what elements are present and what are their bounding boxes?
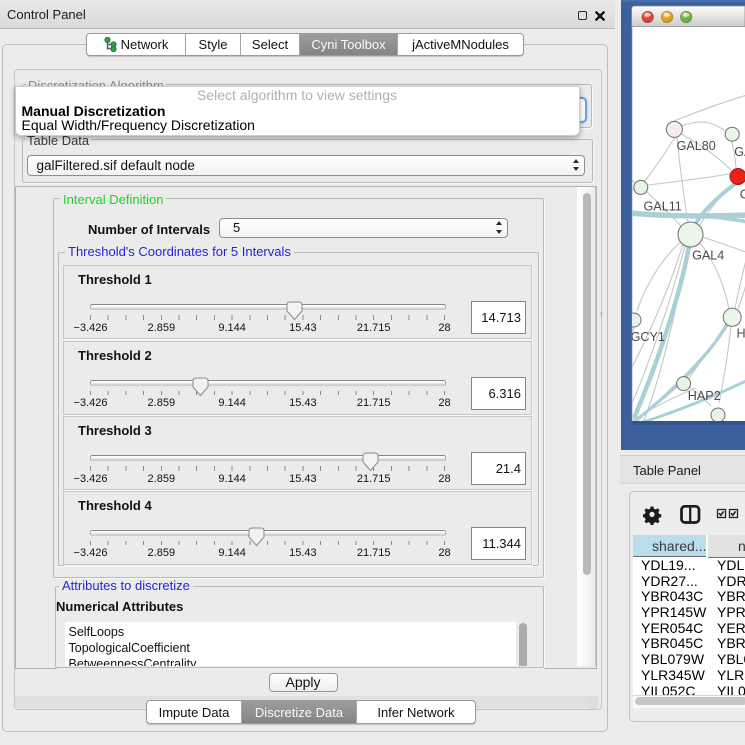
svg-text:GCY1: GCY1	[631, 330, 665, 344]
svg-text:HA: HA	[737, 327, 745, 341]
svg-text:GAL: GAL	[734, 145, 745, 159]
svg-text:HAP2: HAP2	[688, 389, 721, 403]
svg-text:CR: CR	[740, 188, 745, 202]
svg-text:GAL4: GAL4	[692, 249, 724, 263]
svg-text:GAL11: GAL11	[644, 199, 682, 213]
svg-text:GAL80: GAL80	[677, 139, 716, 153]
